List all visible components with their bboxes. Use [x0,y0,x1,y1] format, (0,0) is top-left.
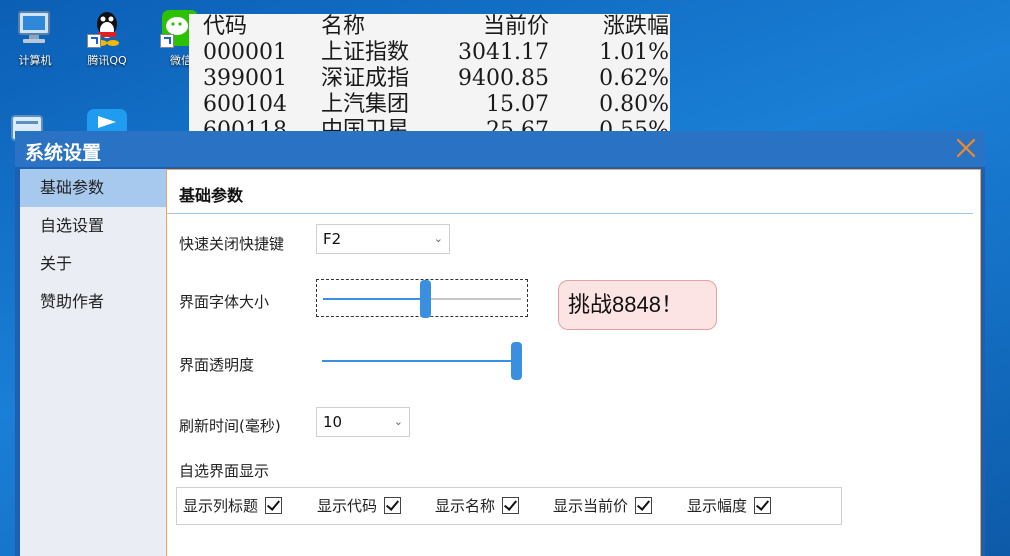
slider-track-empty [431,298,521,300]
stock-name: 深证成指 [321,66,410,91]
desktop-icon-computer[interactable]: 计算机 [5,8,65,68]
stock-price: 3041.17 [458,40,549,65]
section-divider [167,213,973,214]
checkbox-label: 显示代码 [317,497,378,515]
checkbox-show-change[interactable]: 显示幅度 [687,495,772,517]
sidebar-item-watchlist-settings[interactable]: 自选设置 [20,207,166,245]
refresh-label: 刷新时间(毫秒) [179,417,281,435]
qq-penguin-icon [87,8,127,48]
display-options-group: 显示列标题 显示代码 显示名称 显示当前价 显示幅度 [176,487,842,525]
sidebar-item-sponsor[interactable]: 赞助作者 [20,283,166,321]
settings-content: 基础参数 快速关闭快捷键 F2 ⌄ 界面字体大小 挑战8848！ 界面透明度 刷… [166,169,981,556]
font-size-slider[interactable] [316,279,528,318]
stock-row: 399001 深证成指 9400.85 0.62% [189,66,670,92]
checkbox-checked-icon[interactable] [265,497,283,514]
chevron-down-icon: ⌄ [393,415,403,428]
dialog-title: 系统设置 [25,143,102,164]
checkbox-show-price[interactable]: 显示当前价 [553,495,653,517]
close-button[interactable] [953,135,979,161]
chevron-down-icon: ⌄ [433,232,443,245]
stock-name: 上汽集团 [321,92,410,117]
checkbox-checked-icon[interactable] [754,497,772,514]
stock-price: 9400.85 [458,66,549,91]
checkbox-label: 显示名称 [435,497,496,515]
close-icon [956,138,976,158]
checkbox-checked-icon[interactable] [384,497,402,514]
settings-dialog: 系统设置 基础参数 自选设置 关于 赞助作者 基础参数 快速关闭快捷键 F2 ⌄… [15,131,985,556]
header-change: 涨跌幅 [602,14,669,39]
desktop-icon-label: 腾讯QQ [87,54,127,67]
stock-row: 000001 上证指数 3041.17 1.01% [189,40,670,66]
refresh-select[interactable]: 10 ⌄ [316,407,410,437]
desktop-icon-label: 计算机 [18,54,52,67]
settings-sidebar: 基础参数 自选设置 关于 赞助作者 [20,169,166,556]
stock-change: 0.80% [599,92,669,117]
hotkey-select[interactable]: F2 ⌄ [316,224,450,254]
stock-name: 上证指数 [321,40,410,65]
sidebar-item-about[interactable]: 关于 [20,245,166,283]
checkbox-checked-icon[interactable] [635,497,653,514]
stock-header-row: 代码 名称 当前价 涨跌幅 [189,14,670,40]
hotkey-label: 快速关闭快捷键 [179,235,285,253]
stock-code: 000001 [203,40,287,65]
section-title: 基础参数 [179,186,244,205]
checkbox-show-code[interactable]: 显示代码 [317,495,402,517]
header-code: 代码 [203,14,248,39]
dialog-titlebar[interactable]: 系统设置 [15,131,985,167]
slider-track-filled [322,360,511,362]
checkbox-checked-icon[interactable] [502,497,520,514]
shortcut-arrow-icon [87,34,101,48]
sidebar-item-basic-params[interactable]: 基础参数 [20,169,166,207]
checkbox-label: 显示当前价 [553,497,629,515]
stock-change: 0.62% [599,66,669,91]
shortcut-arrow-icon [160,34,174,48]
desktop-icon-qq[interactable]: 腾讯QQ [77,8,137,68]
checkbox-label: 显示幅度 [687,497,748,515]
opacity-slider[interactable] [316,342,528,380]
slider-thumb[interactable] [511,342,522,380]
slider-track-filled [323,298,421,300]
stock-panel: 代码 名称 当前价 涨跌幅 000001 上证指数 3041.17 1.01% … [189,14,670,144]
stock-row: 600104 上汽集团 15.07 0.80% [189,92,670,118]
stock-price: 15.07 [486,92,549,117]
checkbox-show-column-titles[interactable]: 显示列标题 [183,495,283,517]
computer-icon [15,8,55,48]
refresh-value: 10 [323,413,343,431]
stock-code: 399001 [203,66,287,91]
stock-change: 1.01% [599,40,669,65]
font-size-label: 界面字体大小 [179,293,270,311]
slider-thumb[interactable] [420,280,432,318]
stock-code: 600104 [203,92,287,117]
header-name: 名称 [321,14,366,39]
checkbox-label: 显示列标题 [183,497,259,515]
hotkey-value: F2 [323,230,342,248]
display-label: 自选界面显示 [179,462,270,480]
opacity-label: 界面透明度 [179,356,255,374]
header-price: 当前价 [482,14,549,39]
checkbox-show-name[interactable]: 显示名称 [435,495,520,517]
challenge-badge: 挑战8848！ [558,280,717,330]
